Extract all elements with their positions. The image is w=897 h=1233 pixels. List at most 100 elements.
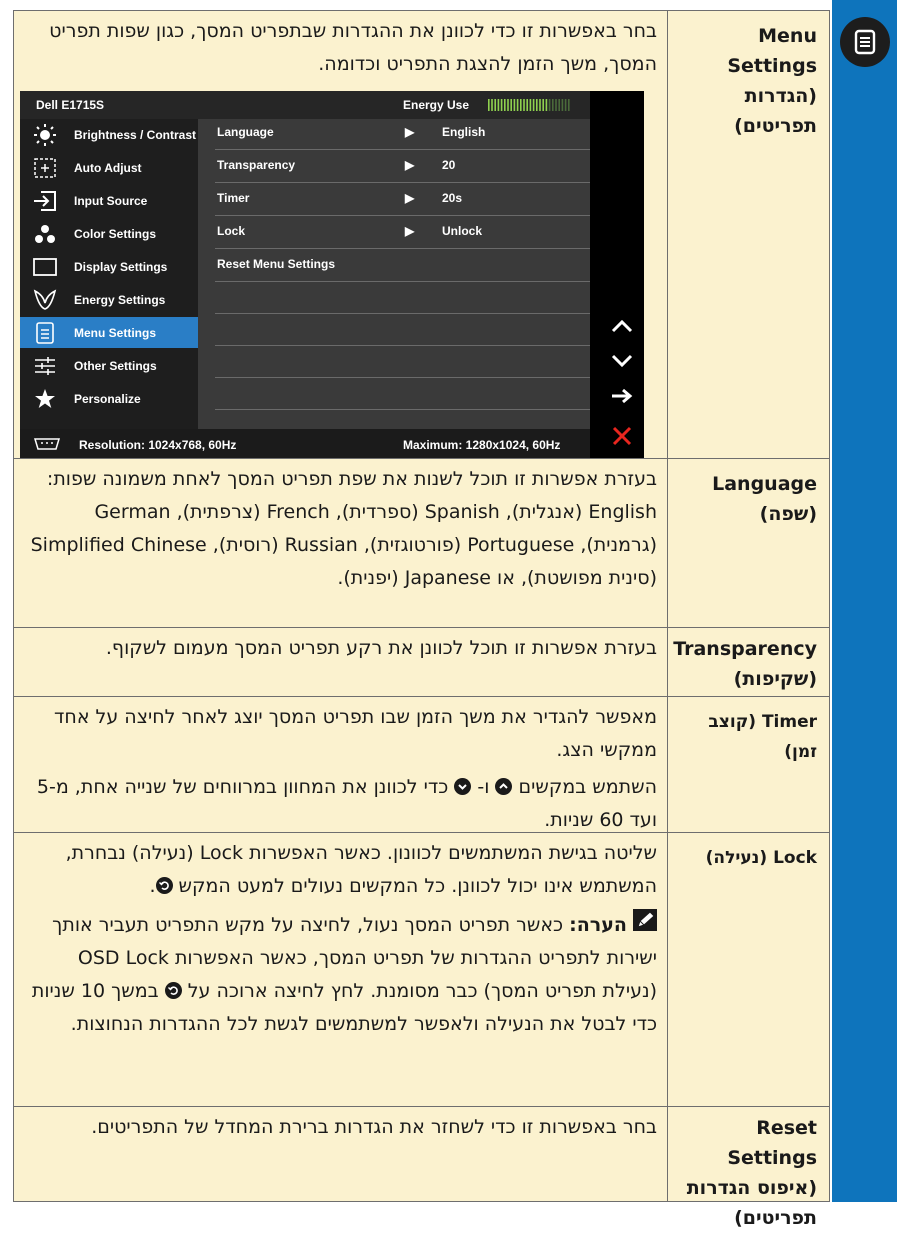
- row-transparency: Transparency (שקיפות) בעזרת אפשרות זו תו…: [13, 627, 830, 697]
- divider: [215, 248, 590, 249]
- row-name-he: (נעילה): [705, 848, 768, 868]
- osd-item-label: Menu Settings: [74, 325, 157, 340]
- osd-item-label: Personalize: [74, 391, 141, 406]
- energy-bar: [510, 99, 512, 111]
- osd-item-other-settings[interactable]: Other Settings: [20, 350, 198, 381]
- energy-bar: [545, 99, 548, 111]
- osd-menu-screenshot: Dell E1715S Energy Use Brightness / Cont…: [20, 91, 644, 461]
- row-name-he: (הגדרות תפריטים): [734, 85, 817, 137]
- arrow-right-icon: ▶: [405, 191, 415, 205]
- display-settings-icon: [32, 256, 58, 278]
- divider: [215, 149, 590, 150]
- close-icon: [612, 426, 632, 446]
- back-key-icon: [164, 982, 182, 999]
- energy-bar: [555, 99, 557, 111]
- submenu-label: Lock: [217, 224, 246, 238]
- submenu-value: 20s: [442, 191, 463, 205]
- down-key-icon: [454, 778, 472, 795]
- osd-item-display-settings[interactable]: Display Settings: [20, 251, 198, 282]
- osd-item-auto-adjust[interactable]: Auto Adjust: [20, 152, 198, 183]
- osd-item-brightness[interactable]: Brightness / Contrast: [20, 119, 198, 150]
- side-color-bar: [832, 0, 897, 1202]
- submenu-label: Timer: [217, 191, 250, 205]
- divider: [215, 182, 590, 183]
- star-icon: [32, 388, 58, 410]
- osd-main-menu: Brightness / Contrast Auto Adjust Input …: [20, 119, 198, 429]
- row-menu-settings: Menu Settings (הגדרות תפריטים) בחר באפשר…: [13, 10, 830, 461]
- energy-bar: [564, 99, 567, 111]
- color-settings-icon: [32, 223, 58, 245]
- osd-item-label: Energy Settings: [74, 292, 166, 307]
- note-pencil-icon: [633, 909, 657, 942]
- submenu-value: English: [442, 125, 486, 139]
- row-name-en: Language: [712, 473, 817, 495]
- brightness-icon: [32, 123, 58, 146]
- note-label: הערה:: [569, 914, 627, 936]
- arrow-right-icon: [612, 388, 633, 404]
- description-text: מאפשר להגדיר את משך הזמן שבו תפריט המסך …: [54, 706, 657, 761]
- arrow-right-icon: ▶: [405, 224, 415, 238]
- osd-item-input-source[interactable]: Input Source: [20, 185, 198, 216]
- osd-item-label: Display Settings: [74, 259, 168, 274]
- row-name: Reset Settings (איפוס הגדרות תפריטים): [668, 1107, 829, 1229]
- row-name: Transparency (שקיפות): [668, 628, 829, 696]
- energy-bar: [494, 99, 496, 111]
- osd-item-label: Input Source: [74, 193, 148, 208]
- description-text-keys: השתמש במקשים ו- כדי לכוונן את המחוון במר…: [24, 771, 657, 837]
- osd-panel: Dell E1715S Energy Use Brightness / Cont…: [20, 91, 590, 461]
- row-name-en: Reset Settings: [727, 1117, 817, 1169]
- energy-bar: [558, 99, 560, 111]
- description-text: בעזרת אפשרות זו תוכל לשנות את שפת תפריט …: [30, 468, 657, 589]
- row-name-en: Lock: [773, 848, 817, 868]
- row-name: Menu Settings (הגדרות תפריטים): [668, 11, 829, 458]
- other-settings-icon: [32, 355, 58, 377]
- input-source-icon: [32, 190, 58, 212]
- row-name-he: (שקיפות): [733, 668, 817, 690]
- energy-bar: [529, 99, 532, 111]
- osd-header: Dell E1715S Energy Use: [20, 91, 590, 119]
- energy-bar: [500, 99, 503, 111]
- energy-bar: [526, 99, 528, 111]
- energy-bar: [491, 99, 493, 111]
- chevron-down-icon: [611, 354, 633, 368]
- row-description: בעזרת אפשרות זו תוכל לכוונן את רקע תפריט…: [14, 628, 668, 696]
- row-lock: Lock (נעילה) שליטה בגישת המשתמשים לכוונו…: [13, 832, 830, 1107]
- divider: [215, 409, 590, 410]
- osd-item-menu-settings[interactable]: Menu Settings: [20, 317, 198, 348]
- submenu-label: Language: [217, 125, 274, 139]
- energy-bar: [561, 99, 564, 111]
- energy-bar: [488, 99, 490, 111]
- energy-meter-icon: [488, 99, 570, 111]
- menu-settings-icon: [840, 17, 890, 67]
- osd-item-color-settings[interactable]: Color Settings: [20, 218, 198, 249]
- energy-bar: [548, 99, 551, 111]
- osd-energy-label: Energy Use: [403, 98, 470, 112]
- up-button[interactable]: [608, 311, 636, 341]
- enter-button[interactable]: [608, 381, 636, 411]
- row-name-en: Menu Settings: [727, 25, 817, 77]
- row-description: שליטה בגישת המשתמשים לכוונון. כאשר האפשר…: [14, 833, 668, 1106]
- text-fragment: ו-: [477, 776, 490, 798]
- row-description: בחר באפשרות זו כדי לכוונן את ההגדרות שבת…: [14, 11, 668, 461]
- osd-item-personalize[interactable]: Personalize: [20, 383, 198, 414]
- row-name: Language (שפה): [668, 459, 829, 627]
- osd-item-label: Color Settings: [74, 226, 157, 241]
- energy-bar: [523, 99, 525, 111]
- down-button[interactable]: [608, 346, 636, 376]
- exit-button[interactable]: [608, 421, 636, 451]
- energy-bar: [504, 99, 506, 111]
- divider: [215, 313, 590, 314]
- row-description: מאפשר להגדיר את משך הזמן שבו תפריט המסך …: [14, 697, 668, 832]
- menu-settings-icon: [32, 321, 58, 344]
- osd-item-energy-settings[interactable]: Energy Settings: [20, 284, 198, 315]
- energy-bar: [507, 99, 509, 111]
- row-description: בחר באפשרות זו כדי לשחזר את הגדרות ברירת…: [14, 1107, 668, 1201]
- note-block: הערה: כאשר תפריט המסך נעול, לחיצה על מקש…: [24, 909, 657, 1041]
- divider: [215, 215, 590, 216]
- row-name: Timer (קוצב זמן): [668, 697, 829, 832]
- osd-footer: Resolution: 1024x768, 60Hz Maximum: 1280…: [20, 429, 590, 461]
- osd-item-label: Auto Adjust: [74, 160, 142, 175]
- energy-bar: [536, 99, 538, 111]
- description-text: שליטה בגישת המשתמשים לכוונון. כאשר האפשר…: [65, 842, 657, 897]
- vga-connector-icon: [33, 437, 61, 454]
